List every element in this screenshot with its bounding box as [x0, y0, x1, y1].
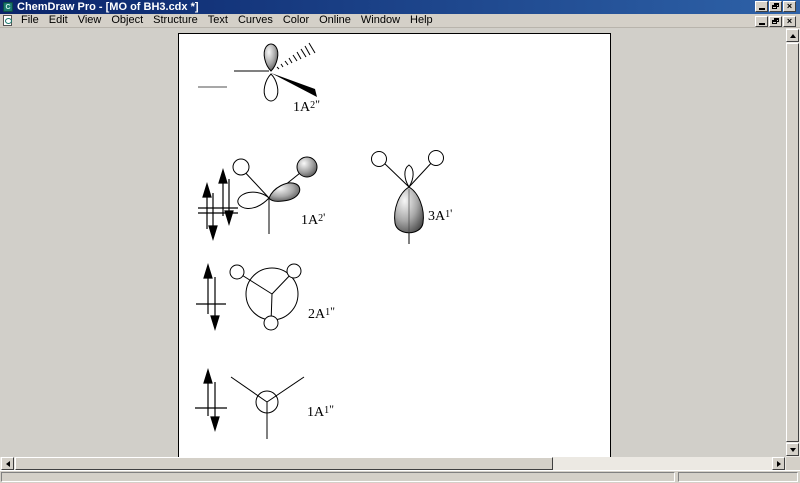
scroll-up-button[interactable]	[786, 29, 799, 42]
scrollbar-corner	[786, 457, 800, 470]
h-orbital-sphere-shaded	[296, 156, 318, 178]
vertical-scrollbar[interactable]	[786, 28, 800, 457]
restore-button[interactable]	[769, 1, 782, 12]
h-orbital-circle	[428, 150, 444, 166]
horizontal-scrollbar[interactable]	[0, 457, 786, 470]
child-close-button[interactable]: ×	[783, 16, 796, 27]
scroll-left-button[interactable]	[1, 457, 14, 470]
orbital-drawing-2a1-doubleprime[interactable]	[195, 259, 345, 344]
electron-arrows	[196, 262, 226, 332]
h-orbital-circle	[263, 315, 279, 331]
drawing-workspace: 1A2" 1A2' 3A1' 2A1" 1A1"	[0, 28, 786, 457]
horizontal-scroll-thumb[interactable]	[15, 457, 553, 470]
scroll-right-button[interactable]	[772, 457, 785, 470]
status-panel-main	[1, 472, 675, 482]
minimize-icon	[758, 8, 765, 10]
mo-label-3a1-prime[interactable]: 3A1'	[428, 206, 452, 225]
document-page[interactable]: 1A2" 1A2' 3A1' 2A1" 1A1"	[178, 33, 611, 457]
menu-view[interactable]: View	[73, 14, 107, 27]
mo-label-1a2-doubleprime[interactable]: 1A2"	[293, 97, 320, 116]
close-icon: ×	[786, 16, 793, 26]
close-icon: ×	[786, 1, 793, 11]
window-controls: ×	[755, 1, 796, 12]
lobe-white-loop	[237, 191, 270, 209]
menu-color[interactable]: Color	[278, 14, 314, 27]
mo-label-1a1-doubleprime[interactable]: 1A1"	[307, 402, 334, 421]
electron-arrows	[198, 167, 238, 242]
close-button[interactable]: ×	[783, 1, 796, 12]
mo-label-2a1-doubleprime[interactable]: 2A1"	[308, 304, 335, 323]
vertical-scroll-thumb[interactable]	[786, 43, 799, 442]
h-orbital-circle	[371, 151, 387, 167]
menu-bar: File Edit View Object Structure Text Cur…	[0, 14, 800, 28]
child-window-controls: ×	[755, 16, 796, 27]
electron-arrows	[195, 367, 227, 433]
menu-file[interactable]: File	[16, 14, 44, 27]
title-bar[interactable]: C ChemDraw Pro - [MO of BH3.cdx *] ×	[0, 0, 800, 14]
orbital-drawing-3a1-prime[interactable]	[371, 149, 461, 249]
restore-icon	[772, 3, 780, 10]
menu-edit[interactable]: Edit	[44, 14, 73, 27]
document-icon[interactable]	[3, 15, 12, 26]
p-lobe-shaded	[263, 43, 279, 72]
window-title: ChemDraw Pro - [MO of BH3.cdx *]	[17, 1, 199, 13]
scroll-down-button[interactable]	[786, 443, 799, 456]
menu-object[interactable]: Object	[106, 14, 148, 27]
menu-window[interactable]: Window	[356, 14, 405, 27]
arrow-right-icon	[776, 460, 781, 467]
mo-label-1a2-prime[interactable]: 1A2'	[301, 210, 325, 229]
hashed-wedge-bond	[276, 42, 316, 70]
child-restore-button[interactable]	[769, 16, 782, 27]
h-orbital-circle	[229, 264, 245, 280]
minimize-button[interactable]	[755, 1, 768, 12]
orbital-drawing-1a2-prime[interactable]	[195, 151, 345, 246]
p-lobe-white	[263, 73, 279, 102]
menu-text[interactable]: Text	[203, 14, 233, 27]
status-bar	[0, 470, 800, 483]
lobe-shaded	[268, 182, 301, 202]
child-minimize-button[interactable]	[755, 16, 768, 27]
chemdraw-window: C ChemDraw Pro - [MO of BH3.cdx *] × Fil…	[0, 0, 800, 483]
h-orbital-circle	[286, 263, 302, 279]
arrow-down-icon	[789, 447, 796, 452]
restore-icon	[772, 18, 780, 25]
menu-curves[interactable]: Curves	[233, 14, 278, 27]
menu-help[interactable]: Help	[405, 14, 438, 27]
menu-online[interactable]: Online	[314, 14, 356, 27]
h-orbital-circle	[232, 158, 250, 176]
menu-structure[interactable]: Structure	[148, 14, 203, 27]
minimize-icon	[758, 23, 765, 25]
chemdraw-app-icon: C	[3, 2, 13, 12]
arrow-left-icon	[5, 460, 10, 467]
arrow-up-icon	[789, 33, 796, 38]
status-panel-secondary	[678, 472, 798, 482]
